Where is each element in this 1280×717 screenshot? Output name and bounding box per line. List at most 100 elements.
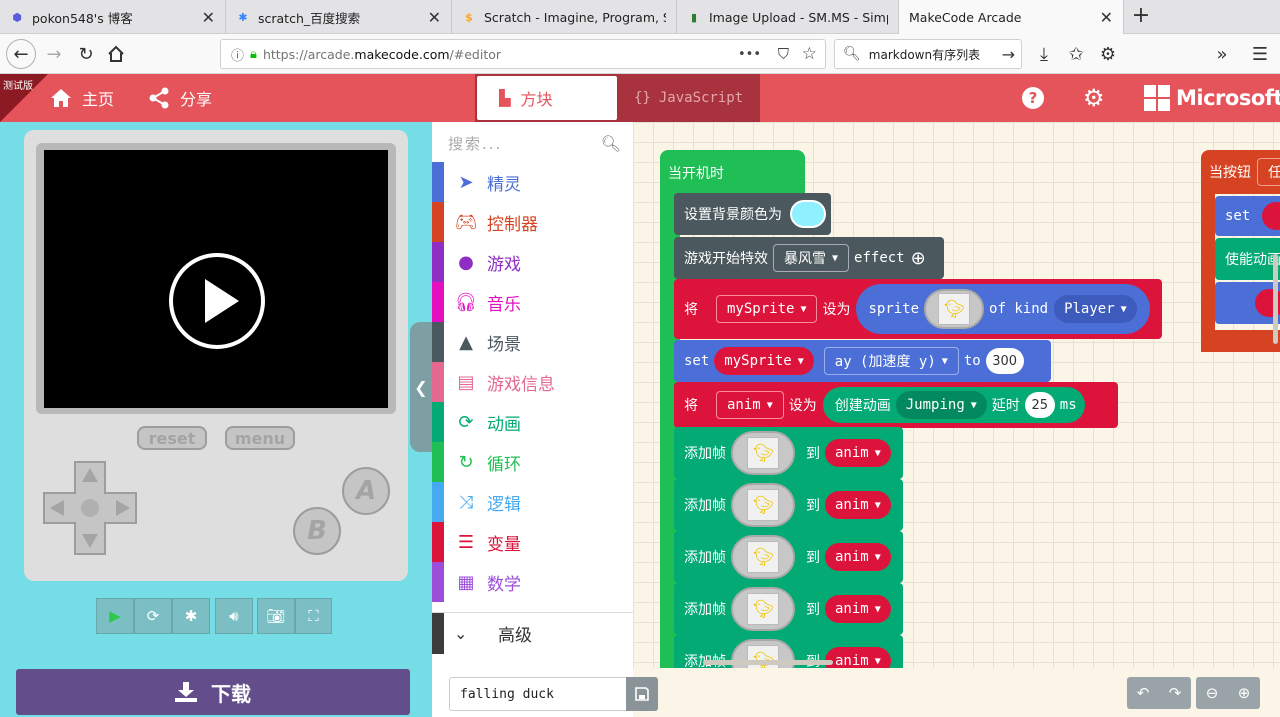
add-frame-block[interactable]: 添加帧 🐤︎ 到 anim▼ [674, 479, 903, 531]
workspace-vertical-scrollbar[interactable] [1273, 254, 1278, 344]
search-bar[interactable]: 🔍︎ markdown有序列表 → [834, 39, 1022, 69]
overflow-button[interactable]: » [1208, 40, 1236, 68]
download-button[interactable]: 下载 [16, 669, 410, 715]
category-info[interactable]: ▤ 游戏信息 [432, 362, 633, 402]
animation-type-dropdown[interactable]: Jumping ▼ [895, 391, 987, 419]
category-math[interactable]: ▦ 数学 [432, 562, 633, 602]
blocks-workspace[interactable]: 当开机时 设置背景颜色为 游戏开始特效 暴风雪 ▼ effect ⊕ 将 mySp… [633, 122, 1280, 668]
sim-mute-button[interactable]: 🔊︎ [215, 598, 253, 634]
start-effect-block[interactable]: 游戏开始特效 暴风雪 ▼ effect ⊕ [674, 237, 944, 279]
sprite-image-picker[interactable]: 🐤︎ [924, 289, 985, 329]
set-side-block[interactable]: set [1215, 196, 1280, 236]
pocket-icon[interactable]: ⛉ [778, 45, 789, 63]
delay-input[interactable]: 25 [1024, 392, 1055, 418]
help-button[interactable]: ? [1021, 74, 1045, 122]
set-variable-block[interactable]: 将 mySprite ▼ 设为 sprite 🐤︎ of kind Player ▼ [674, 279, 1162, 339]
sprite-variable-pill[interactable]: mySprite ▼ [714, 347, 814, 375]
browser-tab[interactable]: ✱ scratch_百度搜索 ✕ [226, 0, 452, 34]
category-logic[interactable]: ⤨ 逻辑 [432, 482, 633, 522]
partial-block[interactable] [1215, 282, 1280, 324]
blocks-tab[interactable]: ▙ 方块 [477, 76, 617, 120]
collapse-simulator-button[interactable]: ❮ [410, 322, 432, 452]
set-sprite-property-block[interactable]: set mySprite ▼ ay (加速度 y) ▼ to 300 [674, 340, 1051, 382]
sim-restart-button[interactable]: ⟳ [134, 598, 172, 634]
category-sprites[interactable]: ➤ 精灵 [432, 162, 633, 202]
add-frame-block[interactable]: 添加帧 🐤︎ 到 anim▼ [674, 531, 903, 583]
effect-dropdown[interactable]: 暴风雪 ▼ [773, 244, 850, 272]
zoom-out-icon[interactable]: ⊖ [1196, 684, 1228, 702]
variable-dropdown[interactable]: mySprite ▼ [716, 295, 818, 323]
new-tab-button[interactable]: + [1128, 4, 1154, 30]
browser-tab[interactable]: $ Scratch - Imagine, Program, Sh [452, 0, 677, 34]
enable-animation-block[interactable]: 使能动画 [1215, 238, 1280, 280]
dpad[interactable] [42, 460, 138, 556]
redo-icon[interactable]: ↷ [1159, 684, 1191, 702]
sim-screenshot-button[interactable]: 📷︎ [257, 598, 295, 634]
frame-image-picker[interactable]: 🐤︎ [731, 535, 795, 579]
save-button[interactable] [626, 677, 658, 711]
bookmark-star-icon[interactable]: ☆ [802, 44, 817, 64]
sim-fullscreen-button[interactable]: ⛶ [295, 598, 332, 634]
on-start-block[interactable]: 当开机时 [660, 150, 805, 196]
b-button[interactable]: B [293, 507, 341, 555]
anim-variable-pill[interactable]: anim ▼ [825, 491, 891, 519]
toolbox-search-input[interactable]: 搜索... 🔍︎ [432, 122, 633, 164]
settings-button[interactable]: ⚙ [1083, 74, 1105, 122]
menu-button[interactable]: ☰ [1246, 40, 1274, 68]
set-background-color-block[interactable]: 设置背景颜色为 [674, 193, 831, 235]
frame-image-picker[interactable]: 🐤︎ [731, 587, 795, 631]
zoom-in-icon[interactable]: ⊕ [1228, 684, 1260, 702]
close-tab-icon[interactable]: ✕ [1100, 8, 1113, 27]
project-name-input[interactable]: falling duck [449, 677, 627, 711]
reset-button[interactable]: reset [137, 426, 207, 450]
workspace-scrollbar[interactable] [703, 660, 833, 665]
category-scene[interactable]: ▲ 场景 [432, 322, 633, 362]
on-button-block[interactable]: 当按钮 任 [1201, 150, 1280, 194]
create-sprite-block[interactable]: sprite 🐤︎ of kind Player ▼ [856, 284, 1150, 334]
create-animation-block[interactable]: 创建动画 Jumping ▼ 延时 25 ms [822, 387, 1085, 423]
sim-debug-button[interactable]: ✱ [172, 598, 210, 634]
sim-play-button[interactable]: ▶ [96, 598, 134, 634]
anim-variable-pill[interactable]: anim ▼ [825, 647, 891, 668]
javascript-tab[interactable]: {} JavaScript [620, 76, 758, 120]
ay-value-input[interactable]: 300 [985, 348, 1024, 374]
add-frame-block[interactable]: 添加帧 🐤︎ 到 anim▼ [674, 583, 903, 635]
a-button[interactable]: A [342, 467, 390, 515]
anim-variable-pill[interactable]: anim ▼ [825, 595, 891, 623]
forward-button[interactable]: → [40, 40, 68, 68]
property-dropdown[interactable]: ay (加速度 y) ▼ [823, 347, 959, 375]
browser-tab-active[interactable]: MakeCode Arcade ✕ [899, 0, 1124, 35]
extensions-button[interactable]: ⚙ [1094, 40, 1122, 68]
url-bar[interactable]: ⓘ 🔒︎ https://arcade.makecode.com/#editor… [220, 39, 826, 69]
anim-variable-dropdown[interactable]: anim ▼ [716, 391, 784, 419]
share-button[interactable]: 分享 [148, 74, 212, 122]
close-tab-icon[interactable]: ✕ [428, 8, 441, 27]
frame-image-picker[interactable]: 🐤︎ [731, 483, 795, 527]
category-animation[interactable]: ⟳ 动画 [432, 402, 633, 442]
category-loops[interactable]: ↻ 循环 [432, 442, 633, 482]
set-anim-block[interactable]: 将 anim ▼ 设为 创建动画 Jumping ▼ 延时 25 ms [674, 382, 1118, 428]
page-actions-icon[interactable]: ••• [738, 47, 761, 62]
search-go-icon[interactable]: → [1002, 45, 1015, 64]
category-advanced[interactable]: ⌄ 高级 [432, 612, 633, 655]
library-button[interactable]: ✩ [1062, 40, 1090, 68]
button-dropdown[interactable]: 任 [1257, 158, 1280, 186]
add-frame-block[interactable]: 添加帧 🐤︎ 到 anim▼ [674, 427, 903, 479]
undo-icon[interactable]: ↶ [1127, 684, 1159, 702]
reload-button[interactable]: ↻ [72, 40, 100, 68]
downloads-button[interactable]: ⤓ [1030, 40, 1058, 68]
category-variables[interactable]: ☰ 变量 [432, 522, 633, 562]
kind-dropdown[interactable]: Player ▼ [1054, 295, 1137, 323]
category-game[interactable]: ● 游戏 [432, 242, 633, 282]
browser-tab[interactable]: ▮ Image Upload - SM.MS - Simple [677, 0, 899, 34]
back-button[interactable]: ← [6, 39, 36, 69]
close-tab-icon[interactable]: ✕ [202, 8, 215, 27]
anim-variable-pill[interactable]: anim ▼ [825, 439, 891, 467]
add-circle-icon[interactable]: ⊕ [911, 248, 926, 269]
browser-tab[interactable]: ⬢ pokon548's 博客 ✕ [0, 0, 226, 34]
category-controller[interactable]: 🎮︎ 控制器 [432, 202, 633, 242]
anim-variable-pill[interactable]: anim ▼ [825, 543, 891, 571]
frame-image-picker[interactable]: 🐤︎ [731, 431, 795, 475]
home-button[interactable] [102, 40, 130, 68]
menu-button-console[interactable]: menu [225, 426, 295, 450]
